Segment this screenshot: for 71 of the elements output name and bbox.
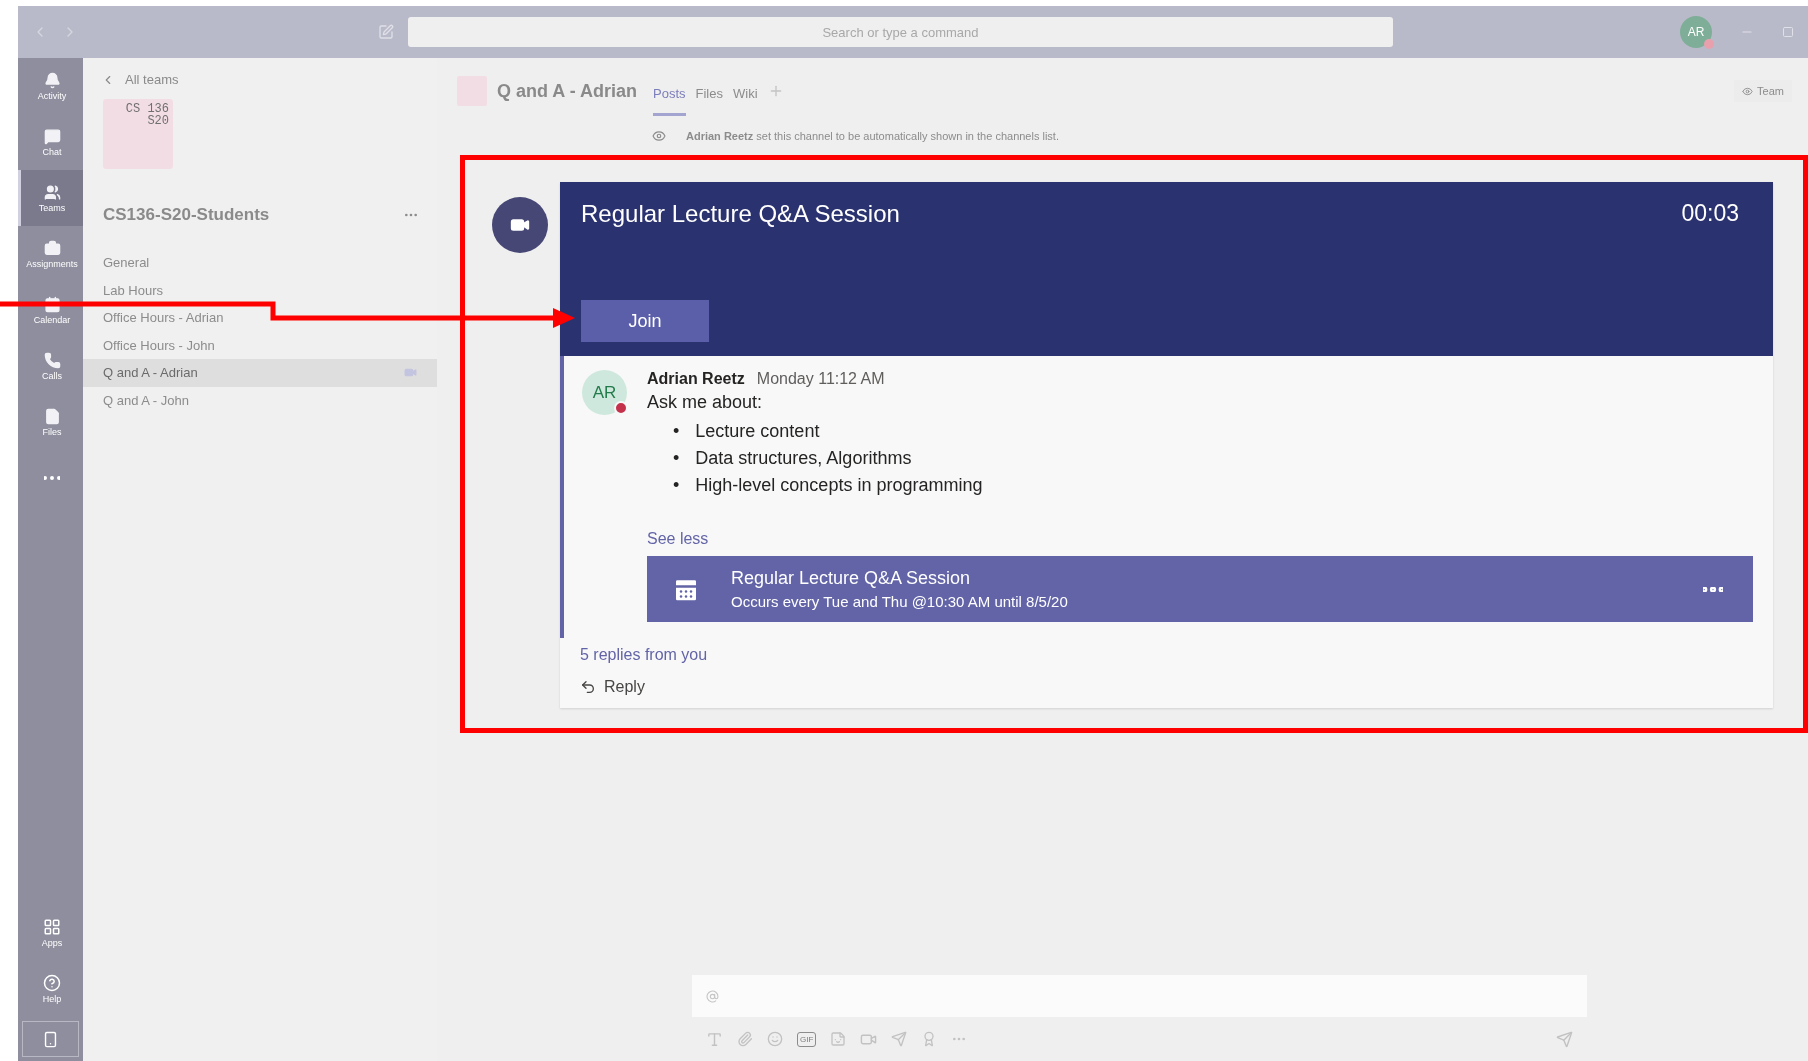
mobile-button[interactable] xyxy=(22,1021,79,1057)
more-icon xyxy=(1703,586,1723,592)
bullet-marker: • xyxy=(673,473,680,496)
all-teams-link[interactable]: All teams xyxy=(83,72,179,87)
event-title: Regular Lecture Q&A Session xyxy=(731,568,972,589)
author-avatar: AR xyxy=(582,370,627,415)
apps-icon xyxy=(43,918,61,936)
team-name: CS136-S20-Students xyxy=(103,205,270,225)
compose-icon[interactable] xyxy=(378,24,394,40)
meeting-title: Regular Lecture Q&A Session xyxy=(581,200,900,228)
author-name: Adrian Reetz xyxy=(647,370,745,388)
channel-title: Q and A - Adrian xyxy=(497,80,637,102)
event-card[interactable]: Regular Lecture Q&A Session Occurs every Tue and Thu @10:30 AM until 8/5/20 xyxy=(647,556,1753,622)
rail-item[interactable]: Activity xyxy=(18,58,83,114)
bullet-item: Data structures, Algorithms xyxy=(695,446,912,469)
phone-icon xyxy=(42,1030,59,1048)
channel-item[interactable]: General xyxy=(83,249,437,277)
bullet-marker: • xyxy=(673,446,680,469)
sticker-icon[interactable] xyxy=(830,1031,847,1047)
message-text: Ask me about: xyxy=(647,392,764,413)
bullet-item: High-level concepts in programming xyxy=(695,473,983,496)
event-schedule: Occurs every Tue and Thu @10:30 AM until 8/5/20 xyxy=(731,593,1069,610)
mention-icon xyxy=(706,989,719,1003)
channel-item[interactable]: Q and A - Adrian xyxy=(83,359,437,387)
rail-item[interactable]: Chat xyxy=(18,114,83,170)
more-icon xyxy=(44,476,60,480)
replies-link[interactable]: 5 replies from you xyxy=(580,646,708,664)
bullet-item: Lecture content xyxy=(695,419,820,442)
tab[interactable]: Wiki xyxy=(733,72,758,116)
rail-item[interactable]: Calls xyxy=(18,338,83,394)
send-icon[interactable] xyxy=(891,1031,908,1047)
gif-button[interactable]: GIF xyxy=(797,1031,817,1047)
files-icon xyxy=(43,407,61,425)
teams-icon xyxy=(43,183,61,201)
search-field[interactable]: Search or type a command xyxy=(408,17,1393,47)
meeting-timer: 00:03 xyxy=(1681,200,1739,228)
tab[interactable]: Files xyxy=(695,72,723,116)
reply-button[interactable]: Reply xyxy=(580,678,645,696)
assignments-icon xyxy=(43,239,61,257)
team-logo: CS 136 S20 xyxy=(103,99,173,169)
chat-icon xyxy=(43,127,61,145)
eye-icon xyxy=(1742,85,1754,97)
eye-icon xyxy=(652,129,666,143)
rail-item[interactable]: Apps xyxy=(18,905,83,961)
calls-icon xyxy=(43,351,61,369)
tab[interactable]: Posts xyxy=(653,72,686,116)
notice-text: Adrian Reetz set this channel to be automatically shown in the channels list. xyxy=(686,130,1059,142)
channel-item[interactable]: Q and A - John xyxy=(83,386,437,414)
activity-icon xyxy=(43,71,61,89)
see-less-link[interactable]: See less xyxy=(647,530,1753,548)
rail-item[interactable]: Calendar xyxy=(18,282,83,338)
help-icon xyxy=(43,974,61,992)
channel-item[interactable]: Office Hours - John xyxy=(83,331,437,359)
user-avatar[interactable]: AR xyxy=(1680,16,1712,48)
message-input-field[interactable] xyxy=(692,975,1587,1017)
join-button[interactable]: Join xyxy=(581,300,709,342)
emoji-icon[interactable] xyxy=(767,1031,783,1047)
send-icon[interactable] xyxy=(1556,1030,1573,1048)
restore-icon[interactable] xyxy=(1782,26,1794,38)
bullet-marker: • xyxy=(673,419,680,442)
reply-icon xyxy=(580,679,596,695)
rail-item[interactable]: Help xyxy=(18,961,83,1017)
channel-item[interactable]: Lab Hours xyxy=(83,276,437,304)
rail-item[interactable]: Files xyxy=(18,394,83,450)
more-button[interactable] xyxy=(1703,586,1723,592)
attach-icon[interactable] xyxy=(737,1031,753,1047)
message-time: Monday 11:12 AM xyxy=(756,370,885,388)
rail-item[interactable]: Teams xyxy=(18,170,83,226)
format-icon[interactable] xyxy=(706,1030,723,1048)
rail-item[interactable]: Assignments xyxy=(18,226,83,282)
channel-item[interactable]: Office Hours - Adrian xyxy=(83,304,437,332)
